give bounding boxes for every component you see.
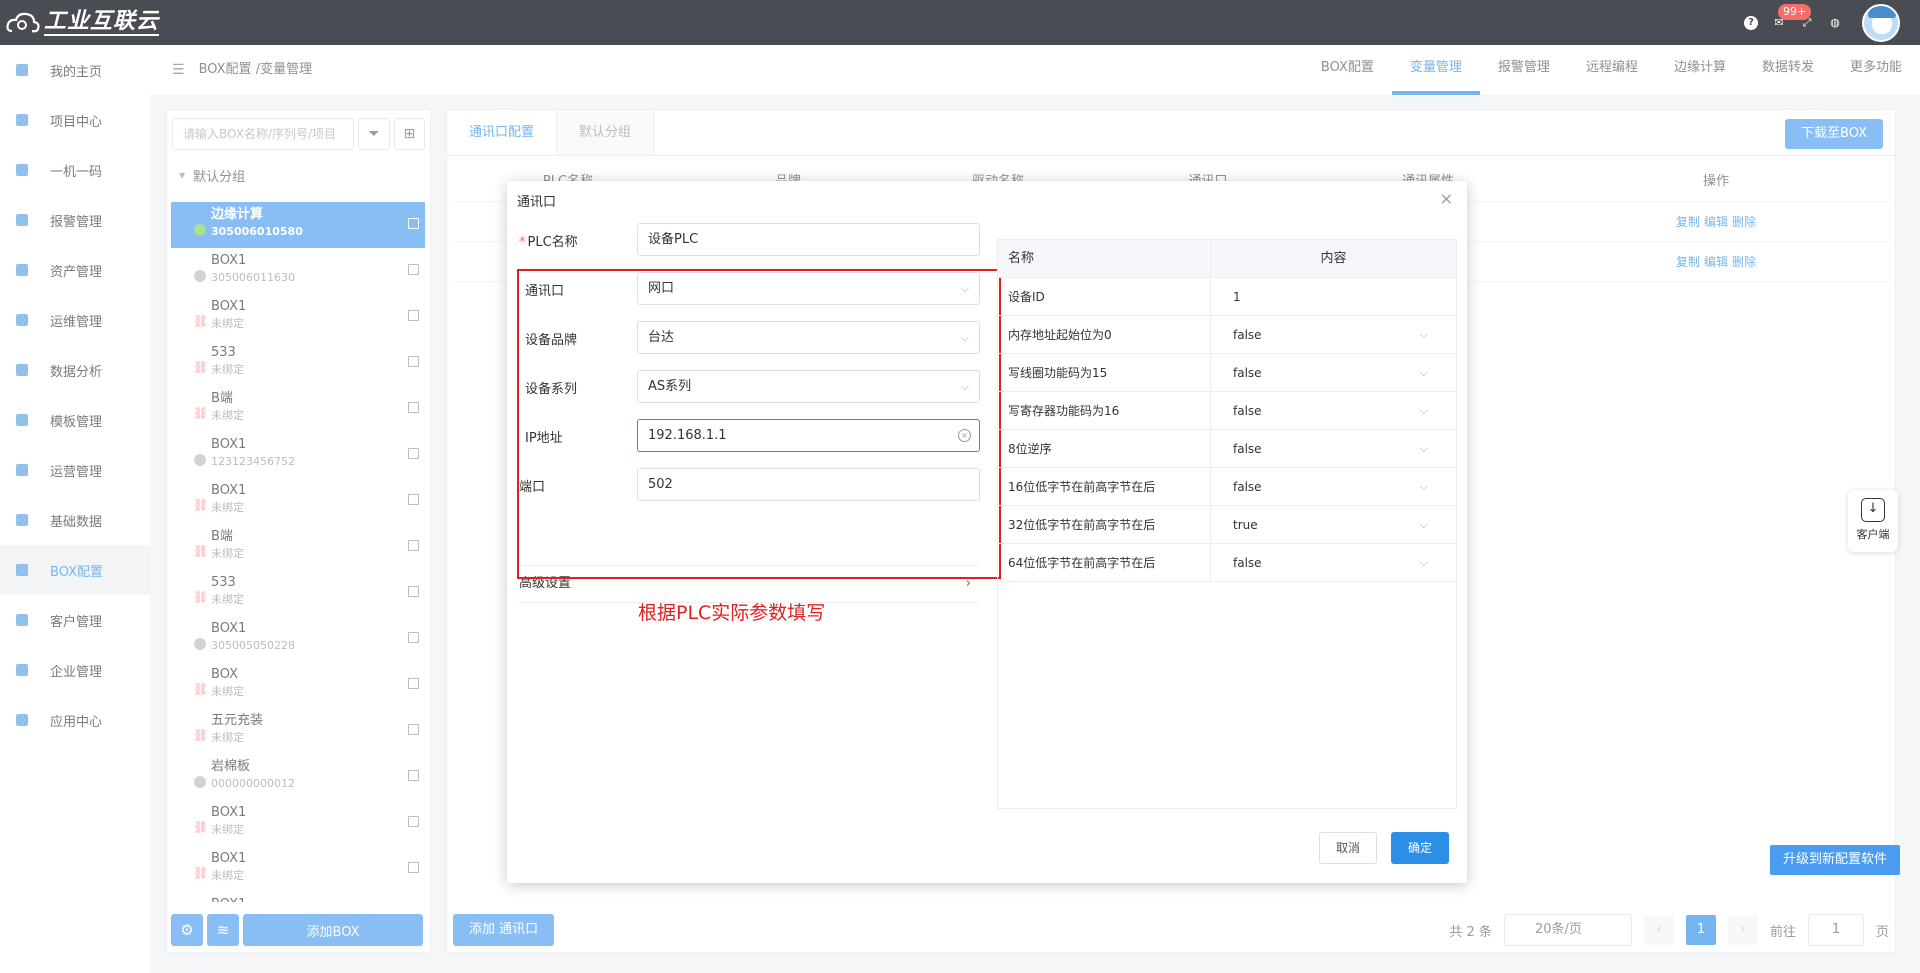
param-value: false: [1233, 442, 1262, 456]
param-value-select[interactable]: false ⌵: [1211, 316, 1456, 353]
param-value-input[interactable]: 1: [1211, 278, 1456, 315]
download-icon: ↓: [1861, 498, 1885, 522]
param-row: 16位低字节在前高字节在后 false ⌵: [998, 468, 1456, 506]
param-row: 设备ID 1: [998, 278, 1456, 316]
chevron-down-icon: ⌵: [1419, 518, 1428, 531]
chevron-down-icon: ⌵: [1419, 366, 1428, 379]
param-value: 1: [1233, 290, 1241, 304]
param-table-header: 名称 内容: [998, 240, 1456, 278]
client-download-widget[interactable]: ↓ 客户端: [1848, 490, 1898, 552]
client-label: 客户端: [1856, 528, 1890, 541]
fullscreen-icon[interactable]: ⤢: [1800, 16, 1814, 30]
param-value-select[interactable]: false ⌵: [1211, 544, 1456, 581]
port-dialog: 通讯口 × * PLC名称 设备PLC 通讯口 网口 ⌵ 设备品牌 台达 ⌵ 设备系列…: [507, 181, 1467, 883]
globe-icon[interactable]: ◍: [1828, 16, 1842, 30]
annotation-text: 根据PLC实际参数填写: [638, 602, 826, 624]
top-bar: 工业互联云 ? ✉ 99+ ⤢ ◍: [0, 0, 1920, 45]
chevron-down-icon: ⌵: [1419, 328, 1428, 341]
param-value: false: [1233, 480, 1262, 494]
mail-icon[interactable]: ✉ 99+: [1772, 3, 1812, 30]
param-value-select[interactable]: true ⌵: [1211, 506, 1456, 543]
cloud-logo-icon: [6, 12, 40, 32]
confirm-button[interactable]: 确定: [1391, 832, 1449, 864]
param-row: 64位低字节在前高字节在后 false ⌵: [998, 544, 1456, 582]
dialog-buttons: 取消 确定: [1319, 832, 1449, 864]
chevron-down-icon: ⌵: [1419, 404, 1428, 417]
cancel-button[interactable]: 取消: [1319, 832, 1377, 864]
param-name: 16位低字节在前高字节在后: [998, 468, 1211, 505]
chevron-down-icon: ⌵: [1419, 480, 1428, 493]
highlight-box: [517, 269, 1001, 579]
plc-name-input[interactable]: 设备PLC: [637, 223, 980, 256]
param-value-select[interactable]: false ⌵: [1211, 354, 1456, 391]
param-row: 8位逆序 false ⌵: [998, 430, 1456, 468]
app-logo[interactable]: 工业互联云: [6, 8, 160, 36]
plc-name-row: * PLC名称 设备PLC: [517, 223, 991, 272]
param-name: 内存地址起始位为0: [998, 316, 1211, 353]
param-row: 内存地址起始位为0 false ⌵: [998, 316, 1456, 354]
param-name: 8位逆序: [998, 430, 1211, 467]
param-row: 32位低字节在前高字节在后 true ⌵: [998, 506, 1456, 544]
logo-text: 工业互联云: [44, 8, 160, 36]
plc-name-label: * PLC名称: [519, 235, 578, 250]
close-icon[interactable]: ×: [1440, 189, 1453, 208]
param-name: 写寄存器功能码为16: [998, 392, 1211, 429]
chevron-down-icon: ⌵: [1419, 556, 1428, 569]
param-value-select[interactable]: false ⌵: [1211, 468, 1456, 505]
param-col-value: 内容: [1320, 251, 1347, 266]
param-value-select[interactable]: false ⌵: [1211, 392, 1456, 429]
param-value: true: [1233, 518, 1258, 532]
param-value: false: [1233, 404, 1262, 418]
param-name: 64位低字节在前高字节在后: [998, 544, 1211, 581]
param-row: 写线圈功能码为15 false ⌵: [998, 354, 1456, 392]
param-col-name: 名称: [998, 240, 1211, 277]
param-value-select[interactable]: false ⌵: [1211, 430, 1456, 467]
param-name: 设备ID: [998, 278, 1211, 315]
help-icon[interactable]: ?: [1744, 15, 1758, 30]
param-name: 写线圈功能码为15: [998, 354, 1211, 391]
chevron-down-icon: ⌵: [1419, 442, 1428, 455]
param-row: 写寄存器功能码为16 false ⌵: [998, 392, 1456, 430]
param-value: false: [1233, 556, 1262, 570]
param-name: 32位低字节在前高字节在后: [998, 506, 1211, 543]
upgrade-button[interactable]: 升级到新配置软件: [1770, 845, 1900, 875]
param-value: false: [1233, 328, 1262, 342]
top-icons: ? ✉ 99+ ⤢ ◍: [1744, 0, 1900, 45]
param-table: 名称 内容 设备ID 1 内存地址起始位为0 false ⌵ 写线圈功能码为15 false…: [997, 239, 1457, 809]
avatar[interactable]: [1862, 3, 1900, 42]
dialog-title: 通讯口: [517, 195, 557, 210]
param-table-body: 设备ID 1 内存地址起始位为0 false ⌵ 写线圈功能码为15 false ⌵ 写寄存器功…: [998, 278, 1456, 582]
param-value: false: [1233, 366, 1262, 380]
